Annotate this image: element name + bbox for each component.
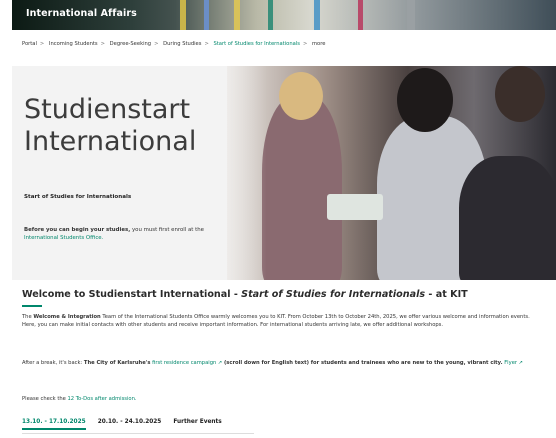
breadcrumb: Portal > Incoming Students > Degree-Seekin… — [22, 41, 326, 47]
page-subtitle: Start of Studies for Internationals — [24, 194, 132, 200]
banner-stripe — [314, 0, 320, 30]
enroll-note: Before you can begin your studies, you m… — [24, 226, 244, 242]
tab-week-2[interactable]: 20.10. - 24.10.2025 — [98, 419, 162, 428]
students-office-link[interactable]: International Students Office. — [24, 235, 103, 241]
breadcrumb-more[interactable]: more — [312, 41, 325, 47]
banner-stripe — [234, 0, 240, 30]
breadcrumb-current[interactable]: Start of Studies for Internationals — [213, 41, 299, 47]
person-shape — [279, 72, 323, 120]
welcome-paragraph: The Welcome & Integration Team of the In… — [22, 314, 532, 330]
hero-photo — [227, 66, 556, 280]
person-shape — [459, 156, 556, 280]
welcome-heading: Welcome to Studienstart International - … — [22, 289, 468, 300]
page-title: Studienstart International — [24, 94, 197, 157]
person-shape — [495, 66, 545, 122]
heading-underline — [22, 305, 42, 307]
tab-further-events[interactable]: Further Events — [173, 419, 221, 428]
map-shape — [327, 194, 383, 220]
date-tabs: 13.10. - 17.10.2025 20.10. - 24.10.2025 … — [22, 419, 232, 430]
site-title[interactable]: International Affairs — [26, 8, 137, 19]
para3-pre: Please check the — [22, 396, 68, 402]
enroll-note-bold: Before you can begin your studies, — [24, 227, 131, 233]
enroll-note-text: you must first enroll at the — [130, 227, 204, 233]
breadcrumb-item[interactable]: Portal — [22, 41, 37, 47]
para1-pre: The — [22, 314, 34, 320]
para1-bold: Welcome & Integration — [33, 314, 101, 320]
para2-bold2: (scroll down for English text) for stude… — [223, 360, 503, 366]
tabs-divider — [22, 433, 254, 434]
tab-week-1[interactable]: 13.10. - 17.10.2025 — [22, 419, 86, 430]
flyer-link[interactable]: Flyer — [504, 360, 517, 366]
welcome-heading-c: - at KIT — [425, 289, 468, 300]
para2-bold: The City of Karlsruhe's — [83, 360, 151, 366]
breadcrumb-item[interactable]: Incoming Students — [49, 41, 98, 47]
residence-campaign-link[interactable]: first residence campaign — [152, 360, 216, 366]
welcome-heading-a: Welcome to Studienstart International - — [22, 289, 242, 300]
banner-stripe — [204, 0, 209, 30]
breadcrumb-item[interactable]: Degree-Seeking — [110, 41, 151, 47]
external-link-icon: ↗ — [216, 360, 223, 366]
banner-stripe — [180, 0, 186, 30]
banner-stripe — [358, 0, 363, 30]
welcome-heading-b: Start of Studies for Internationals — [241, 289, 426, 300]
para2-pre: After a break, it's back: — [22, 360, 84, 366]
hero-section: Studienstart International Start of Stud… — [12, 66, 556, 280]
person-shape — [262, 96, 342, 280]
person-shape — [397, 68, 453, 132]
todos-paragraph: Please check the 12 To-Dos after admissi… — [22, 396, 532, 404]
external-link-icon: ↗ — [517, 360, 524, 366]
banner-stripe — [268, 0, 273, 30]
campaign-paragraph: After a break, it's back: The City of Ka… — [22, 360, 532, 368]
top-banner: International Affairs — [12, 0, 556, 30]
todos-link[interactable]: 12 To-Dos after admission. — [67, 396, 136, 402]
breadcrumb-item[interactable]: During Studies — [163, 41, 201, 47]
banner-stripe — [407, 0, 415, 30]
